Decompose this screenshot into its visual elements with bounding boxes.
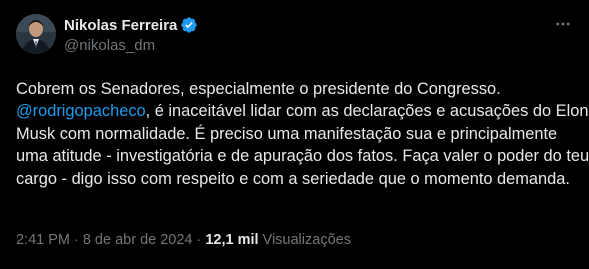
author-handle[interactable]: @nikolas_dm bbox=[64, 36, 198, 56]
more-options-icon[interactable] bbox=[553, 14, 573, 34]
verified-badge-icon bbox=[180, 16, 198, 34]
tweet-meta: 2:41 PM · 8 de abr de 2024 · 12,1 mil Vi… bbox=[16, 232, 351, 248]
author-display-name[interactable]: Nikolas Ferreira bbox=[64, 17, 177, 34]
separator-dot: · bbox=[74, 232, 79, 248]
name-row: Nikolas Ferreira bbox=[64, 15, 198, 35]
tweet: Nikolas Ferreira @nikolas_dm Cobrem os S… bbox=[0, 0, 589, 269]
views-count: 12,1 mil bbox=[205, 232, 259, 248]
tweet-date[interactable]: 8 de abr de 2024 bbox=[83, 232, 193, 248]
tweet-time[interactable]: 2:41 PM bbox=[16, 232, 70, 248]
tweet-header: Nikolas Ferreira @nikolas_dm bbox=[16, 12, 573, 60]
tweet-text-part: Cobrem os Senadores, especialmente o pre… bbox=[16, 80, 501, 98]
views-label: Visualizações bbox=[262, 232, 351, 248]
avatar[interactable] bbox=[16, 14, 56, 54]
author-names: Nikolas Ferreira @nikolas_dm bbox=[64, 15, 198, 56]
mention-link[interactable]: @rodrigopacheco bbox=[16, 102, 146, 120]
separator-dot: · bbox=[196, 232, 202, 248]
tweet-text: Cobrem os Senadores, especialmente o pre… bbox=[16, 78, 589, 190]
